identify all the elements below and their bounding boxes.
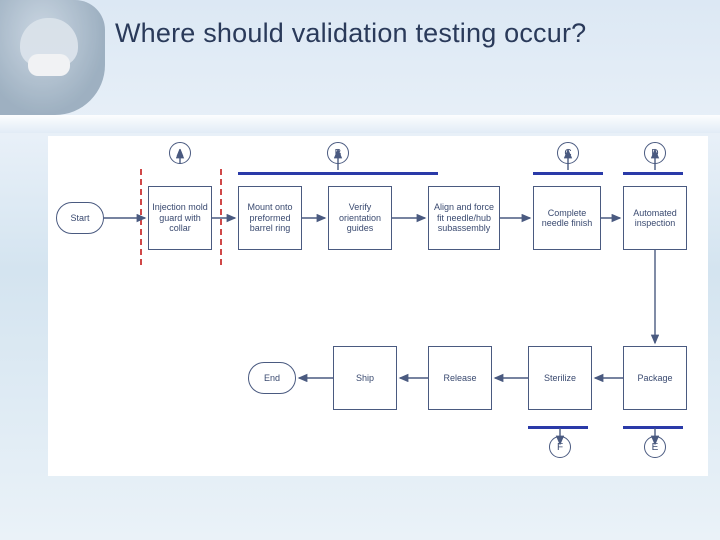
span-f: [528, 426, 588, 429]
node-verify: Verify orientation guides: [328, 186, 392, 250]
span-d: [623, 172, 683, 175]
node-injection-mold: Injection mold guard with collar: [148, 186, 212, 250]
background-divider: [0, 115, 720, 133]
label-c: C: [557, 142, 579, 164]
background-image-surgeon: [0, 0, 105, 115]
label-a: A: [169, 142, 191, 164]
span-b: [238, 172, 438, 175]
span-e: [623, 426, 683, 429]
node-mount: Mount onto preformed barrel ring: [238, 186, 302, 250]
node-align: Align and force fit needle/hub subassemb…: [428, 186, 500, 250]
label-d: D: [644, 142, 666, 164]
node-package: Package: [623, 346, 687, 410]
label-e: E: [644, 436, 666, 458]
flow-diagram: A B C D E F Start Injection mold guard w…: [48, 136, 708, 476]
label-b: B: [327, 142, 349, 164]
node-auto-inspection: Automated inspection: [623, 186, 687, 250]
node-complete: Complete needle finish: [533, 186, 601, 250]
node-start: Start: [56, 202, 104, 234]
marker-a-left: [140, 169, 142, 265]
label-f: F: [549, 436, 571, 458]
node-release: Release: [428, 346, 492, 410]
page-title: Where should validation testing occur?: [115, 18, 586, 49]
node-sterilize: Sterilize: [528, 346, 592, 410]
node-ship: Ship: [333, 346, 397, 410]
span-c: [533, 172, 603, 175]
node-end: End: [248, 362, 296, 394]
marker-a-right: [220, 169, 222, 265]
